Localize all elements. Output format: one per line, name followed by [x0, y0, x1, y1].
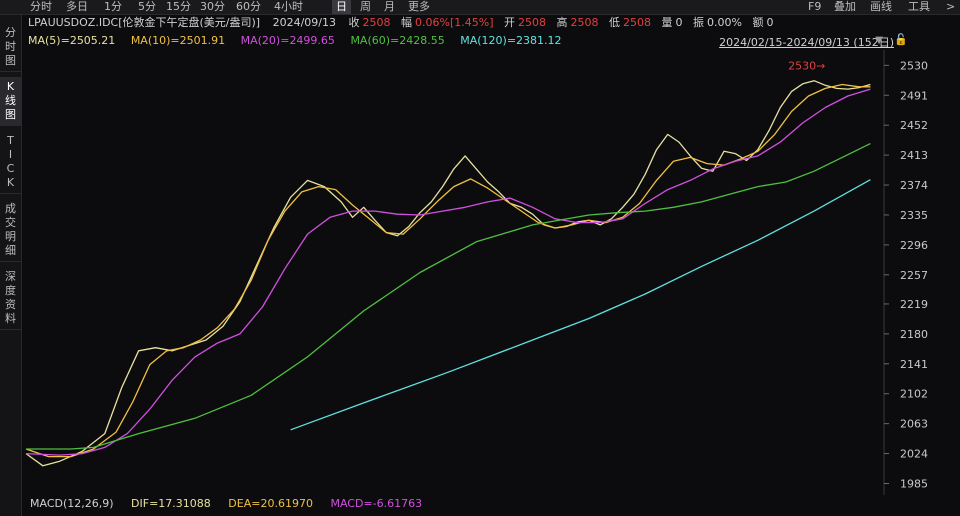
y-tick-label-14: 1985	[900, 477, 928, 490]
close-value: 2508	[362, 16, 391, 29]
macd-dif: DIF=17.31088	[131, 497, 211, 510]
low-label: 低	[609, 16, 620, 29]
open-value: 2508	[518, 16, 546, 29]
period-tab-3[interactable]: 5分	[134, 0, 160, 14]
high-value: 2508	[570, 16, 599, 29]
ma60-legend: MA(60)=2428.55	[350, 34, 445, 47]
ma5-legend: MA(5)=2505.21	[28, 34, 116, 47]
period-tab-11[interactable]: 更多	[404, 0, 434, 14]
period-tab-9[interactable]: 周	[356, 0, 375, 14]
quote-date: 2024/09/13	[272, 16, 337, 29]
kline-chart[interactable]: 2530 2491 2452 2413 2374 2335 2296 2257 2219 2180…	[22, 50, 960, 495]
sidebar-tab-1[interactable]: K线图	[0, 77, 21, 126]
amplitude-label: 振	[693, 16, 704, 29]
ma60-line	[26, 143, 871, 450]
toolbar-tool-0[interactable]: F9	[808, 0, 821, 14]
view-sidebar: 分时图 K线图 TICK 成交明细深度资料	[0, 15, 22, 516]
sidebar-tab-4[interactable]: 深度资料	[0, 267, 21, 330]
macd-value: MACD=-6.61763	[330, 497, 423, 510]
y-tick-label-2: 2452	[900, 119, 928, 132]
macd-dea: DEA=20.61970	[228, 497, 313, 510]
toolbar-tool-1[interactable]: 叠加	[834, 0, 856, 14]
y-tick-label-1: 2491	[900, 89, 928, 102]
y-tick-label-12: 2063	[900, 418, 928, 431]
period-tab-10[interactable]: 月	[380, 0, 399, 14]
y-tick-label-10: 2141	[900, 358, 928, 371]
ma20-line	[25, 88, 871, 456]
sidebar-tab-0[interactable]: 分时图	[0, 23, 21, 72]
period-tab-5[interactable]: 30分	[196, 0, 229, 14]
volume-value: 0	[675, 16, 683, 29]
period-tab-7[interactable]: 4小时	[270, 0, 307, 14]
ma120-legend: MA(120)=2381.12	[460, 34, 562, 47]
toolbar-tool-4[interactable]: >	[946, 0, 955, 14]
quote-info-bar: LPAUUSDOZ.IDC[伦敦金下午定盘(美元/盎司)] 2024/09/13…	[28, 16, 776, 30]
period-tab-4[interactable]: 15分	[162, 0, 195, 14]
ma10-legend: MA(10)=2501.91	[130, 34, 226, 47]
macd-params: MACD(12,26,9)	[30, 497, 114, 510]
y-tick-label-8: 2219	[900, 298, 928, 311]
high-annotation: 2530→	[788, 59, 825, 72]
dropdown-triangle-icon[interactable]: ▼	[875, 35, 883, 46]
y-tick-label-7: 2257	[900, 269, 928, 282]
amount-label: 额	[752, 16, 764, 29]
open-label: 开	[504, 16, 515, 29]
period-tab-8[interactable]: 日	[332, 0, 351, 14]
symbol-name: LPAUUSDOZ.IDC[伦敦金下午定盘(美元/盎司)]	[28, 16, 261, 29]
period-tab-0[interactable]: 分时	[26, 0, 56, 14]
y-tick-label-3: 2413	[900, 149, 928, 162]
period-toolbar: 分时 多日 1分 5分 15分 30分 60分 4小时 日周月更多 F9 叠加 画线 工具 >	[0, 0, 960, 15]
lock-icon[interactable]: 🔓	[894, 33, 908, 46]
period-tab-2[interactable]: 1分	[100, 0, 126, 14]
volume-label: 量	[661, 16, 673, 29]
sidebar-tab-2[interactable]: TICK	[0, 131, 21, 194]
toolbar-tool-3[interactable]: 工具	[908, 0, 930, 14]
change-value: 0.06%[1.45%]	[415, 16, 494, 29]
ma10-line	[25, 83, 871, 458]
high-label: 高	[556, 16, 568, 29]
y-tick-label-4: 2374	[900, 179, 928, 192]
period-tab-1[interactable]: 多日	[62, 0, 92, 14]
y-tick-label-11: 2102	[900, 388, 928, 401]
change-label: 幅	[401, 16, 413, 29]
ma20-legend: MA(20)=2499.65	[240, 34, 335, 47]
amount-value: 0	[766, 16, 774, 29]
amplitude-value: 0.00%	[707, 16, 742, 29]
ma5-line	[25, 80, 871, 467]
ma-legend: MA(5)=2505.21 MA(10)=2501.91 MA(20)=2499…	[28, 34, 574, 48]
y-tick-label-13: 2024	[900, 448, 928, 461]
y-tick-label-6: 2296	[900, 239, 928, 252]
y-tick-label-9: 2180	[900, 328, 928, 341]
low-value: 2508	[623, 16, 651, 29]
toolbar-tool-2[interactable]: 画线	[870, 0, 892, 14]
sidebar-tab-3[interactable]: 成交明细	[0, 199, 21, 262]
close-label: 收	[348, 16, 360, 29]
y-tick-label-0: 2530	[900, 59, 928, 72]
ma120-line	[290, 179, 871, 431]
y-tick-label-5: 2335	[900, 209, 928, 222]
period-tab-6[interactable]: 60分	[232, 0, 265, 14]
date-range-selector[interactable]: 2024/02/15-2024/09/13 (152日)	[719, 34, 894, 50]
macd-legend: MACD(12,26,9) DIF=17.31088 DEA=20.61970 …	[30, 497, 436, 511]
